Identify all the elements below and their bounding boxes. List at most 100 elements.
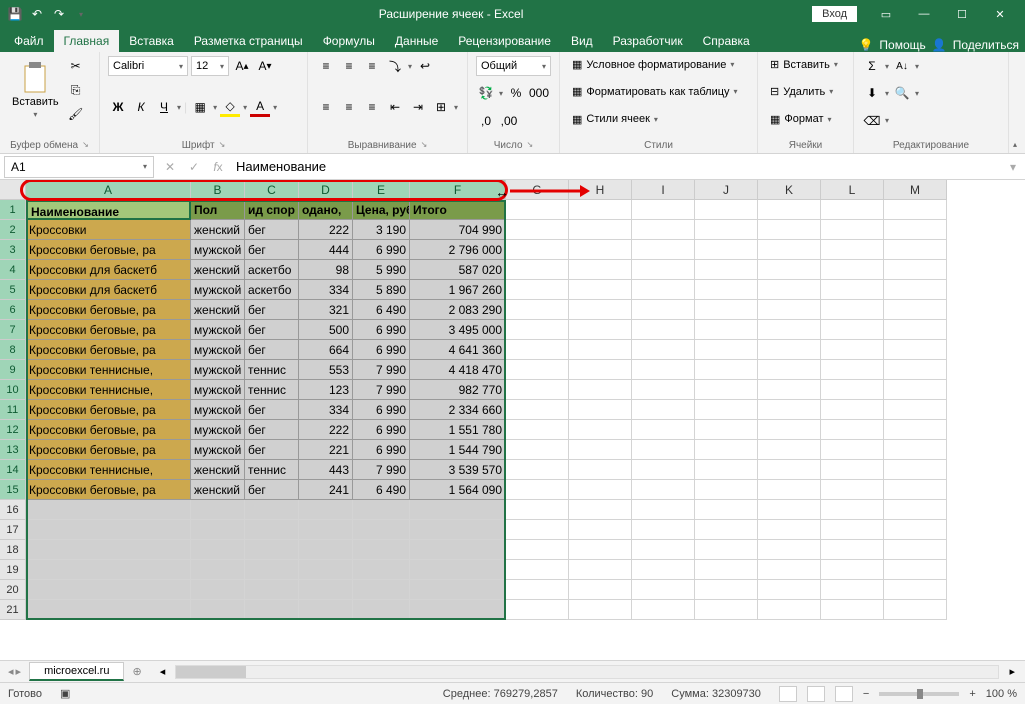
- cell[interactable]: [821, 280, 884, 300]
- cell[interactable]: [506, 280, 569, 300]
- row-header[interactable]: 8: [0, 340, 26, 360]
- fill-icon[interactable]: ⬇: [862, 83, 882, 103]
- italic-button[interactable]: К: [131, 97, 151, 117]
- row-header[interactable]: 11: [0, 400, 26, 420]
- cell[interactable]: [884, 560, 947, 580]
- view-pagebreak-icon[interactable]: [835, 686, 853, 702]
- macro-record-icon[interactable]: ▣: [60, 687, 70, 700]
- cell[interactable]: [758, 420, 821, 440]
- cell[interactable]: [569, 460, 632, 480]
- zoom-value[interactable]: 100 %: [986, 688, 1017, 700]
- cell[interactable]: [884, 400, 947, 420]
- cell[interactable]: [506, 500, 569, 520]
- undo-icon[interactable]: ↶: [28, 5, 46, 23]
- cell[interactable]: 982 770: [410, 380, 506, 400]
- col-header-D[interactable]: D: [299, 180, 353, 200]
- cell[interactable]: [299, 520, 353, 540]
- cell[interactable]: Кроссовки беговые, ра: [26, 420, 191, 440]
- row-header[interactable]: 6: [0, 300, 26, 320]
- cell[interactable]: [695, 280, 758, 300]
- cell[interactable]: [632, 300, 695, 320]
- tab-help[interactable]: Справка: [693, 30, 760, 52]
- cell[interactable]: [632, 340, 695, 360]
- cell[interactable]: [410, 540, 506, 560]
- fx-icon[interactable]: fx: [206, 156, 230, 178]
- zoom-slider[interactable]: [879, 692, 959, 696]
- cell[interactable]: [410, 580, 506, 600]
- login-button[interactable]: Вход: [812, 6, 857, 22]
- cell[interactable]: [884, 520, 947, 540]
- cell[interactable]: мужской: [191, 240, 245, 260]
- cell[interactable]: [884, 600, 947, 620]
- cell[interactable]: бег: [245, 420, 299, 440]
- conditional-format-button[interactable]: ▦Условное форматирование▾: [568, 56, 749, 73]
- col-header-E[interactable]: E: [353, 180, 410, 200]
- tab-insert[interactable]: Вставка: [119, 30, 184, 52]
- cell[interactable]: [821, 320, 884, 340]
- cell[interactable]: 704 990: [410, 220, 506, 240]
- cell[interactable]: [632, 560, 695, 580]
- enter-formula-icon[interactable]: ✓: [182, 156, 206, 178]
- cell[interactable]: [884, 320, 947, 340]
- cell[interactable]: Кроссовки беговые, ра: [26, 440, 191, 460]
- cell[interactable]: [569, 200, 632, 220]
- cell[interactable]: бег: [245, 320, 299, 340]
- cell[interactable]: одано,: [299, 200, 353, 220]
- cell[interactable]: [191, 580, 245, 600]
- cell[interactable]: 444: [299, 240, 353, 260]
- cell[interactable]: [506, 240, 569, 260]
- cell[interactable]: 4 641 360: [410, 340, 506, 360]
- cell[interactable]: [353, 580, 410, 600]
- font-name-select[interactable]: Calibri▾: [108, 56, 188, 76]
- cell[interactable]: [26, 560, 191, 580]
- cell[interactable]: мужской: [191, 280, 245, 300]
- cell[interactable]: [410, 560, 506, 580]
- cell[interactable]: 3 495 000: [410, 320, 506, 340]
- cell[interactable]: [821, 520, 884, 540]
- cell[interactable]: [632, 280, 695, 300]
- cell[interactable]: [758, 440, 821, 460]
- cell[interactable]: [569, 500, 632, 520]
- cell[interactable]: [245, 500, 299, 520]
- cell[interactable]: [632, 480, 695, 500]
- cell[interactable]: 6 490: [353, 480, 410, 500]
- cell[interactable]: [821, 460, 884, 480]
- cell[interactable]: [299, 540, 353, 560]
- formula-input[interactable]: Наименование: [230, 156, 1001, 178]
- cell[interactable]: 123: [299, 380, 353, 400]
- col-header-C[interactable]: C: [245, 180, 299, 200]
- cell[interactable]: [821, 380, 884, 400]
- cell[interactable]: [191, 560, 245, 580]
- borders-icon[interactable]: ▦: [190, 97, 210, 117]
- cell[interactable]: [758, 500, 821, 520]
- cell[interactable]: [632, 580, 695, 600]
- col-header-K[interactable]: K: [758, 180, 821, 200]
- tab-layout[interactable]: Разметка страницы: [184, 30, 313, 52]
- cell[interactable]: [410, 500, 506, 520]
- cell[interactable]: [26, 580, 191, 600]
- cell-styles-button[interactable]: ▦Стили ячеек▾: [568, 111, 749, 128]
- cell[interactable]: бег: [245, 400, 299, 420]
- cell[interactable]: [884, 500, 947, 520]
- cell[interactable]: [506, 560, 569, 580]
- cell[interactable]: [569, 380, 632, 400]
- cell[interactable]: женский: [191, 460, 245, 480]
- tab-home[interactable]: Главная: [54, 30, 120, 52]
- cell[interactable]: [758, 560, 821, 580]
- cell[interactable]: [632, 420, 695, 440]
- cell[interactable]: [884, 280, 947, 300]
- cell[interactable]: 2 796 000: [410, 240, 506, 260]
- cell[interactable]: [821, 260, 884, 280]
- font-size-select[interactable]: 12▾: [191, 56, 229, 76]
- cell[interactable]: [569, 240, 632, 260]
- cell[interactable]: [506, 300, 569, 320]
- cell[interactable]: [695, 360, 758, 380]
- cell[interactable]: [569, 400, 632, 420]
- cell[interactable]: [884, 220, 947, 240]
- cell[interactable]: [884, 540, 947, 560]
- cell[interactable]: [245, 580, 299, 600]
- cell[interactable]: [695, 460, 758, 480]
- cell[interactable]: бег: [245, 220, 299, 240]
- cell[interactable]: 221: [299, 440, 353, 460]
- hscroll-left-icon[interactable]: ◂: [160, 665, 166, 678]
